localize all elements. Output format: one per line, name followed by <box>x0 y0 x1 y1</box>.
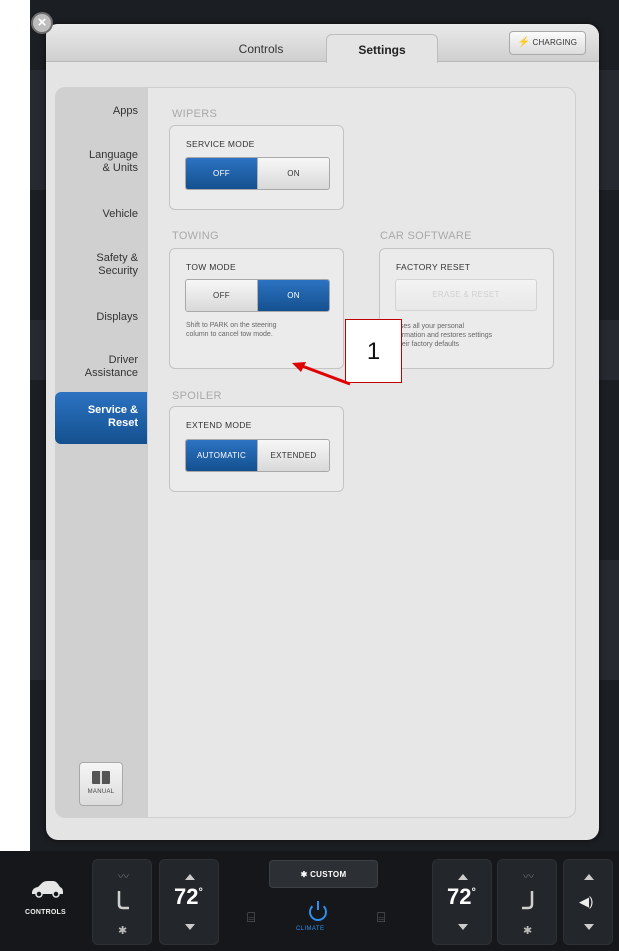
section-title-car-software: CAR SOFTWARE <box>380 230 472 242</box>
card-title: EXTEND MODE <box>186 420 252 430</box>
seat-heater-icon[interactable]: 〰 <box>523 868 534 884</box>
right-temp-value: 72° <box>447 884 476 909</box>
charging-button[interactable]: ⚡ CHARGING <box>509 31 586 55</box>
front-defrost-icon[interactable]: ⌸ <box>377 909 385 926</box>
sidebar-item-displays[interactable]: Displays <box>55 311 147 324</box>
climate-power-icon[interactable] <box>309 901 327 921</box>
speaker-icon: ◀) <box>579 894 594 909</box>
extend-mode-automatic[interactable]: AUTOMATIC <box>186 440 257 471</box>
card-factory-reset: FACTORY RESET ERASE & RESET ases all you… <box>379 248 554 369</box>
charging-label: CHARGING <box>532 38 578 47</box>
seat-icon[interactable] <box>520 890 536 912</box>
book-icon <box>92 771 110 784</box>
factory-reset-note: ases all your personal formation and rest… <box>396 323 493 348</box>
settings-sidebar: Apps Language & Units Vehicle Safety & Sec… <box>55 87 147 818</box>
extend-mode-toggle[interactable]: AUTOMATIC EXTENDED <box>185 439 330 472</box>
erase-reset-button[interactable]: ERASE & RESET <box>395 279 537 311</box>
rear-defrost-icon[interactable]: ⌸ <box>247 909 255 926</box>
manual-label: MANUAL <box>87 789 115 795</box>
sidebar-item-service-reset[interactable]: Service & Reset <box>55 392 147 444</box>
card-title: FACTORY RESET <box>396 262 471 272</box>
sidebar-item-vehicle[interactable]: Vehicle <box>55 208 147 221</box>
callout-arrow <box>292 362 351 386</box>
sidebar-item-language-units[interactable]: Language & Units <box>55 149 147 175</box>
tab-settings[interactable]: Settings <box>326 34 438 63</box>
service-mode-toggle[interactable]: OFF ON <box>185 157 330 190</box>
card-title: SERVICE MODE <box>186 139 255 149</box>
card-tow-mode: TOW MODE OFF ON Shift to PARK on the ste… <box>169 248 344 369</box>
right-temp-panel: 72° <box>432 859 492 945</box>
section-title-towing: TOWING <box>172 230 219 242</box>
controls-button[interactable]: CONTROLS <box>8 859 88 945</box>
right-temp-down-icon[interactable] <box>458 924 468 930</box>
card-title: TOW MODE <box>186 262 236 272</box>
manual-button[interactable]: MANUAL <box>79 762 123 806</box>
tow-mode-note: Shift to PARK on the steering column to c… <box>186 322 277 338</box>
left-temp-down-icon[interactable] <box>185 924 195 930</box>
sidebar-item-safety-security[interactable]: Safety & Security <box>55 252 147 278</box>
custom-fan-button[interactable]: ✱ CUSTOM <box>269 860 378 888</box>
tab-bar: Controls Settings ⚡ CHARGING <box>46 24 599 63</box>
card-service-mode: SERVICE MODE OFF ON <box>169 125 344 210</box>
seat-heater-icon[interactable]: 〰 <box>118 868 129 884</box>
close-button[interactable]: × <box>31 12 53 34</box>
controls-label: CONTROLS <box>25 909 66 916</box>
right-temp-up-icon[interactable] <box>458 874 468 880</box>
tow-mode-off[interactable]: OFF <box>186 280 257 311</box>
service-mode-off[interactable]: OFF <box>186 158 257 189</box>
settings-content: WIPERS SERVICE MODE OFF ON TOWING TOW MO… <box>147 87 576 818</box>
left-temp-value: 72° <box>174 884 203 909</box>
volume-down-icon[interactable] <box>584 924 594 930</box>
section-title-wipers: WIPERS <box>172 108 218 120</box>
service-mode-on[interactable]: ON <box>257 158 329 189</box>
seat-icon[interactable] <box>115 890 131 912</box>
climate-bar: CONTROLS 〰 ✱ 72° ✱ CUSTOM ⌸ CLIMATE ⌸ 72… <box>0 851 619 951</box>
plug-icon: ⚡ <box>517 37 531 48</box>
card-extend-mode: EXTEND MODE AUTOMATIC EXTENDED <box>169 406 344 492</box>
tow-mode-on[interactable]: ON <box>257 280 329 311</box>
tab-controls[interactable]: Controls <box>201 36 321 62</box>
fan-icon: ✱ <box>300 870 311 879</box>
fan-icon[interactable]: ✱ <box>118 924 127 937</box>
left-temp-up-icon[interactable] <box>185 874 195 880</box>
extend-mode-extended[interactable]: EXTENDED <box>257 440 329 471</box>
fan-icon[interactable]: ✱ <box>523 924 532 937</box>
volume-up-icon[interactable] <box>584 874 594 880</box>
tow-mode-toggle[interactable]: OFF ON <box>185 279 330 312</box>
car-icon <box>32 881 63 898</box>
section-title-spoiler: SPOILER <box>172 390 222 402</box>
volume-panel: ◀) <box>563 859 613 945</box>
climate-label: CLIMATE <box>296 926 325 932</box>
sidebar-item-driver-assistance[interactable]: Driver Assistance <box>55 354 147 380</box>
left-seat-panel: 〰 ✱ <box>92 859 152 945</box>
screen: × Controls Settings ⚡ CHARGING Apps Langu… <box>0 0 619 951</box>
left-temp-panel: 72° <box>159 859 219 945</box>
right-seat-panel: 〰 ✱ <box>497 859 557 945</box>
sidebar-item-apps[interactable]: Apps <box>55 105 147 118</box>
